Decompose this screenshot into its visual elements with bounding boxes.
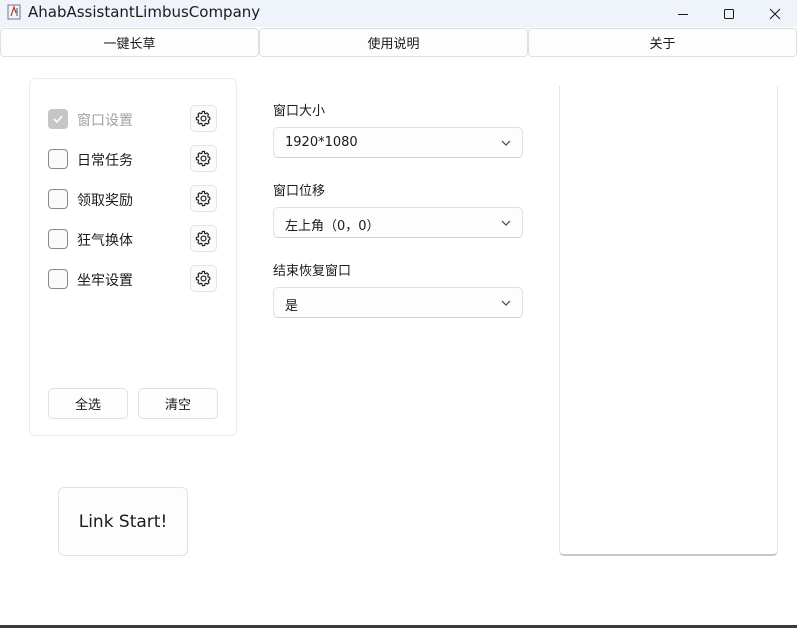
task-row-claim-rewards: 领取奖励 — [48, 185, 220, 215]
task-settings-button[interactable] — [190, 185, 217, 212]
window-offset-label: 窗口位移 — [273, 184, 326, 199]
close-icon — [769, 8, 781, 19]
restore-window-label: 结束恢复窗口 — [273, 264, 352, 279]
task-settings-button[interactable] — [190, 265, 217, 292]
window-size-select[interactable]: 1920*1080 — [273, 127, 523, 158]
task-settings-button[interactable] — [190, 105, 217, 132]
task-checkbox[interactable] — [48, 269, 68, 289]
app-icon — [7, 4, 21, 20]
chevron-down-icon — [501, 140, 511, 146]
check-icon — [53, 115, 63, 124]
gear-icon — [195, 230, 211, 247]
tab-instructions[interactable]: 使用说明 — [259, 28, 528, 57]
app-window: AhabAssistantLimbusCompany 一键长草 使用说明 关于 — [0, 0, 797, 628]
select-all-button[interactable]: 全选 — [48, 388, 128, 419]
window-offset-value: 左上角（0，0） — [285, 219, 380, 234]
tab-label: 使用说明 — [367, 37, 420, 52]
link-start-label: Link Start! — [78, 511, 168, 532]
gear-icon — [195, 270, 211, 287]
clear-button[interactable]: 清空 — [138, 388, 218, 419]
close-button[interactable] — [752, 0, 797, 27]
chevron-down-icon — [501, 220, 511, 226]
task-settings-button[interactable] — [190, 145, 217, 172]
task-label: 窗口设置 — [77, 113, 133, 129]
title-bar: AhabAssistantLimbusCompany — [0, 0, 797, 27]
task-label: 日常任务 — [77, 153, 133, 169]
gear-icon — [195, 110, 211, 127]
window-offset-select[interactable]: 左上角（0，0） — [273, 207, 523, 238]
tab-label: 一键长草 — [103, 37, 156, 52]
window-size-value: 1920*1080 — [285, 135, 358, 150]
tab-bar: 一键长草 使用说明 关于 — [0, 28, 797, 58]
task-row-daily-tasks: 日常任务 — [48, 145, 220, 175]
tab-one-click-farm[interactable]: 一键长草 — [0, 28, 259, 57]
select-all-label: 全选 — [74, 398, 101, 413]
task-row-lunacy-exchange: 狂气换体 — [48, 225, 220, 255]
restore-window-value: 是 — [285, 299, 299, 314]
chevron-down-icon — [501, 300, 511, 306]
log-panel[interactable] — [559, 86, 778, 556]
tab-about[interactable]: 关于 — [528, 28, 797, 57]
clear-label: 清空 — [164, 398, 191, 413]
gear-icon — [195, 190, 211, 207]
task-label: 领取奖励 — [77, 193, 133, 209]
minimize-icon — [678, 13, 688, 15]
task-label: 坐牢设置 — [77, 273, 133, 289]
task-checkbox[interactable] — [48, 149, 68, 169]
maximize-icon — [724, 8, 734, 19]
maximize-button[interactable] — [706, 0, 752, 27]
task-row-window-settings: 窗口设置 — [48, 105, 220, 135]
link-start-button[interactable]: Link Start! — [58, 487, 188, 556]
window-title: AhabAssistantLimbusCompany — [28, 3, 261, 21]
gear-icon — [195, 150, 211, 167]
restore-window-select[interactable]: 是 — [273, 287, 523, 318]
minimize-button[interactable] — [660, 0, 706, 27]
task-checkbox[interactable] — [48, 189, 68, 209]
task-checkbox[interactable] — [48, 109, 68, 129]
task-settings-button[interactable] — [190, 225, 217, 252]
task-panel: 窗口设置 日常任务 领取奖励 狂气换体 坐牢设置 全选 清空 — [29, 78, 237, 436]
task-label: 狂气换体 — [77, 233, 133, 249]
window-size-label: 窗口大小 — [273, 104, 326, 119]
task-checkbox[interactable] — [48, 229, 68, 249]
tab-label: 关于 — [649, 37, 676, 52]
task-row-prison-settings: 坐牢设置 — [48, 265, 220, 295]
